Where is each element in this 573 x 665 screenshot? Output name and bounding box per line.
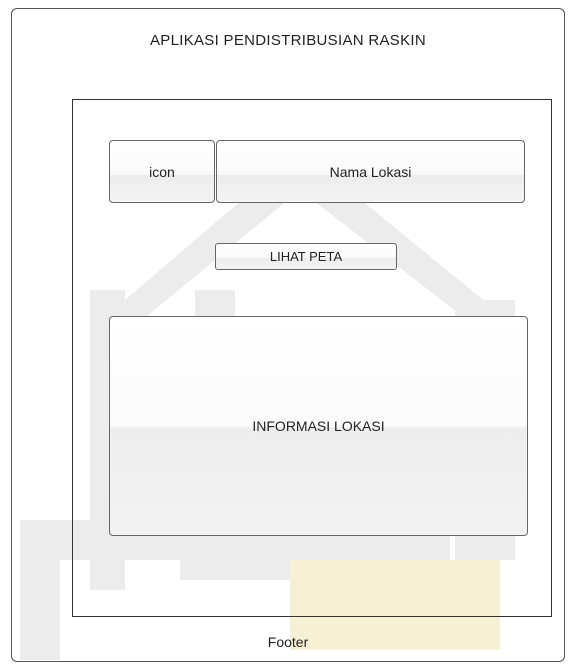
footer: Footer (267, 634, 309, 650)
icon-placeholder-label: icon (149, 163, 175, 180)
location-icon-placeholder: icon (109, 140, 215, 203)
wireframe-page: APLIKASI PENDISTRIBUSIAN RASKIN icon Nam… (0, 0, 573, 665)
location-name-label: Nama Lokasi (329, 163, 412, 180)
location-info-label: INFORMASI LOKASI (252, 418, 385, 434)
app-title: APLIKASI PENDISTRIBUSIAN RASKIN (149, 32, 427, 49)
location-name-field: Nama Lokasi (216, 140, 525, 203)
view-map-button-label: LIHAT PETA (269, 249, 343, 264)
location-info-panel: INFORMASI LOKASI (109, 316, 528, 536)
view-map-button[interactable]: LIHAT PETA (215, 243, 397, 270)
